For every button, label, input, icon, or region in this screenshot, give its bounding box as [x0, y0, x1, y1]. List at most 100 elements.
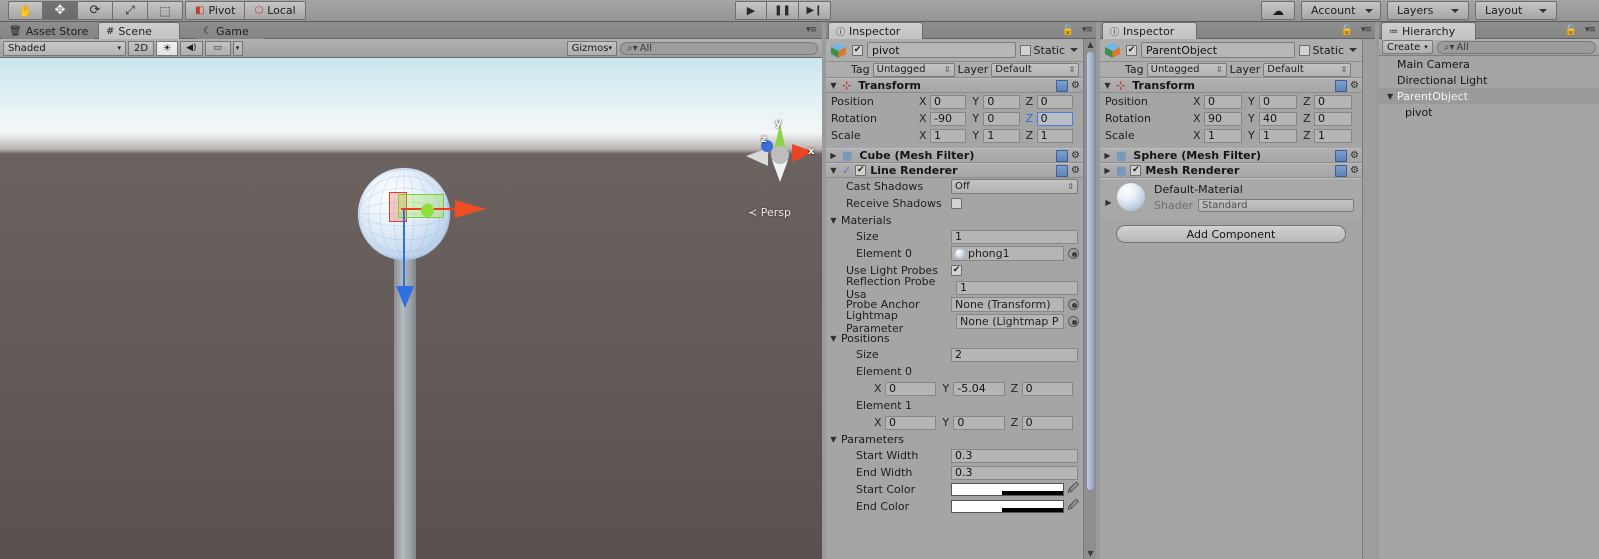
gizmo-arrow-x[interactable]: [455, 200, 485, 218]
rotate-tool-button[interactable]: ⟳: [78, 1, 113, 20]
help-icon[interactable]: [1056, 79, 1069, 92]
positions-size-input[interactable]: 2: [951, 347, 1078, 362]
effects-dropdown-button[interactable]: ▾: [232, 40, 243, 56]
hierarchy-item-directional-light[interactable]: Directional Light: [1379, 72, 1599, 88]
object-name-input-left[interactable]: pivot: [867, 42, 1016, 58]
gizmo-arrow-y[interactable]: [396, 286, 414, 308]
position-y-input-right[interactable]: 0: [1259, 94, 1297, 109]
scroll-up-arrow-icon[interactable]: ▲: [1086, 40, 1095, 49]
reflection-probe-input[interactable]: 1: [956, 280, 1078, 295]
scale-x-input-right[interactable]: 1: [1204, 128, 1242, 143]
tag-dropdown-right[interactable]: Untagged ⇳: [1146, 62, 1227, 77]
start-color-swatch[interactable]: [951, 483, 1065, 496]
rotation-y-input-right[interactable]: 40: [1259, 111, 1297, 126]
gear-icon[interactable]: ⚙: [1071, 165, 1080, 176]
position-el0-z-input[interactable]: 0: [1021, 381, 1073, 396]
position-y-input-left[interactable]: 0: [983, 94, 1020, 109]
scrollbar-thumb[interactable]: [1086, 51, 1095, 491]
scale-z-input-left[interactable]: 1: [1036, 128, 1073, 143]
pause-button[interactable]: ❚❚: [767, 1, 799, 20]
object-picker-icon[interactable]: [1068, 248, 1079, 259]
move-tool-button[interactable]: ✥: [43, 1, 78, 20]
component-header-line-renderer[interactable]: ▼ ✓ Line Renderer ⚙: [826, 163, 1083, 178]
hierarchy-item-pivot[interactable]: pivot: [1379, 104, 1599, 120]
material-element0-objectfield[interactable]: phong1: [951, 246, 1064, 261]
start-width-input[interactable]: 0.3: [951, 448, 1078, 463]
component-header-transform-right[interactable]: ▼ ⊹ Transform ⚙: [1100, 78, 1362, 93]
static-toggle-right[interactable]: Static: [1298, 44, 1359, 57]
rotation-x-input-left[interactable]: -90: [930, 111, 967, 126]
gizmo-axis-y[interactable]: [403, 210, 405, 292]
position-z-input-left[interactable]: 0: [1036, 94, 1073, 109]
probe-anchor-objectfield[interactable]: None (Transform): [951, 297, 1064, 312]
foldout-icon[interactable]: ▼: [829, 216, 838, 225]
position-el0-y-input[interactable]: -5.04: [953, 381, 1005, 396]
tab-inspector-left[interactable]: ⓘ Inspector: [828, 22, 923, 40]
inspector-left-scrollbar[interactable]: ▲ ▼: [1083, 39, 1096, 559]
gear-icon[interactable]: ⚙: [1071, 80, 1080, 91]
foldout-icon[interactable]: ▼: [829, 166, 838, 175]
scene-axis-gizmo[interactable]: y z x: [742, 118, 818, 186]
foldout-icon[interactable]: ▼: [1103, 81, 1112, 90]
gear-icon[interactable]: ⚙: [1350, 150, 1359, 161]
position-el0-x-input[interactable]: 0: [885, 381, 937, 396]
materials-size-input[interactable]: 1: [951, 229, 1078, 244]
component-header-mesh-renderer[interactable]: ▶ ▩ Mesh Renderer ⚙: [1100, 163, 1362, 178]
create-button[interactable]: Create ▾: [1382, 40, 1433, 54]
layout-button[interactable]: Layout: [1475, 1, 1557, 20]
local-button[interactable]: ⬡ Local: [245, 1, 306, 20]
scene-search-input[interactable]: ⌕▾ All: [620, 41, 818, 55]
help-icon[interactable]: [1056, 149, 1069, 162]
scale-y-input-left[interactable]: 1: [983, 128, 1020, 143]
static-toggle-left[interactable]: Static: [1019, 44, 1080, 57]
help-icon[interactable]: [1335, 164, 1348, 177]
effects-toggle-button[interactable]: ▭: [204, 40, 231, 56]
play-button[interactable]: ▶: [735, 1, 767, 20]
object-enabled-checkbox[interactable]: [1126, 44, 1137, 56]
hand-tool-button[interactable]: ✋: [8, 1, 43, 20]
gear-icon[interactable]: ⚙: [1350, 165, 1359, 176]
lock-icon[interactable]: 🔓: [1341, 25, 1353, 36]
object-picker-icon[interactable]: [1068, 299, 1079, 310]
position-el1-y-input[interactable]: 0: [953, 415, 1005, 430]
end-color-swatch[interactable]: [951, 500, 1065, 513]
chevron-down-icon[interactable]: [1349, 48, 1357, 52]
receive-shadows-checkbox[interactable]: [951, 198, 962, 209]
scale-x-input-left[interactable]: 1: [930, 128, 967, 143]
hierarchy-item-main-camera[interactable]: Main Camera: [1379, 56, 1599, 72]
rotation-x-input-right[interactable]: 90: [1204, 111, 1242, 126]
tag-dropdown-left[interactable]: Untagged ⇳: [872, 62, 955, 77]
gizmo-center-handle[interactable]: [421, 204, 434, 217]
rotation-z-input-right[interactable]: 0: [1314, 111, 1352, 126]
scroll-down-arrow-icon[interactable]: ▼: [1086, 549, 1095, 558]
help-icon[interactable]: [1335, 79, 1348, 92]
layer-dropdown-left[interactable]: Default ⇳: [991, 62, 1080, 77]
scene-options-icon[interactable]: ▾≡: [806, 25, 817, 35]
materials-section[interactable]: ▼ Materials: [826, 212, 1083, 228]
scale-z-input-right[interactable]: 1: [1314, 128, 1352, 143]
static-checkbox[interactable]: [1019, 44, 1031, 56]
foldout-icon[interactable]: ▶: [1103, 166, 1112, 175]
end-width-input[interactable]: 0.3: [951, 465, 1078, 480]
hierarchy-options-icon[interactable]: ▾≡: [1585, 25, 1596, 35]
cast-shadows-dropdown[interactable]: Off ⇳: [951, 179, 1078, 194]
static-checkbox[interactable]: [1298, 44, 1310, 56]
layer-dropdown-right[interactable]: Default ⇳: [1263, 62, 1352, 77]
help-icon[interactable]: [1335, 149, 1348, 162]
foldout-icon[interactable]: ▼: [829, 435, 838, 444]
rotation-z-input-left[interactable]: 0: [1036, 111, 1073, 126]
toggle-2d-button[interactable]: 2D: [128, 40, 155, 56]
gear-icon[interactable]: ⚙: [1071, 150, 1080, 161]
account-button[interactable]: Account: [1301, 1, 1381, 20]
tab-asset-store[interactable]: 🗑 Asset Store: [2, 23, 94, 39]
position-x-input-left[interactable]: 0: [930, 94, 967, 109]
foldout-icon[interactable]: ▼: [1387, 92, 1397, 101]
help-icon[interactable]: [1056, 164, 1069, 177]
cloud-button[interactable]: ☁: [1261, 1, 1295, 20]
mesh-renderer-enabled-checkbox[interactable]: [1130, 165, 1142, 176]
hierarchy-item-parentobject[interactable]: ▼ ParentObject: [1379, 88, 1599, 104]
foldout-icon[interactable]: ▼: [829, 81, 838, 90]
lock-icon[interactable]: 🔓: [1062, 25, 1074, 36]
foldout-icon[interactable]: ▼: [829, 334, 838, 343]
gizmos-dropdown[interactable]: Gizmos ▾: [566, 40, 617, 56]
